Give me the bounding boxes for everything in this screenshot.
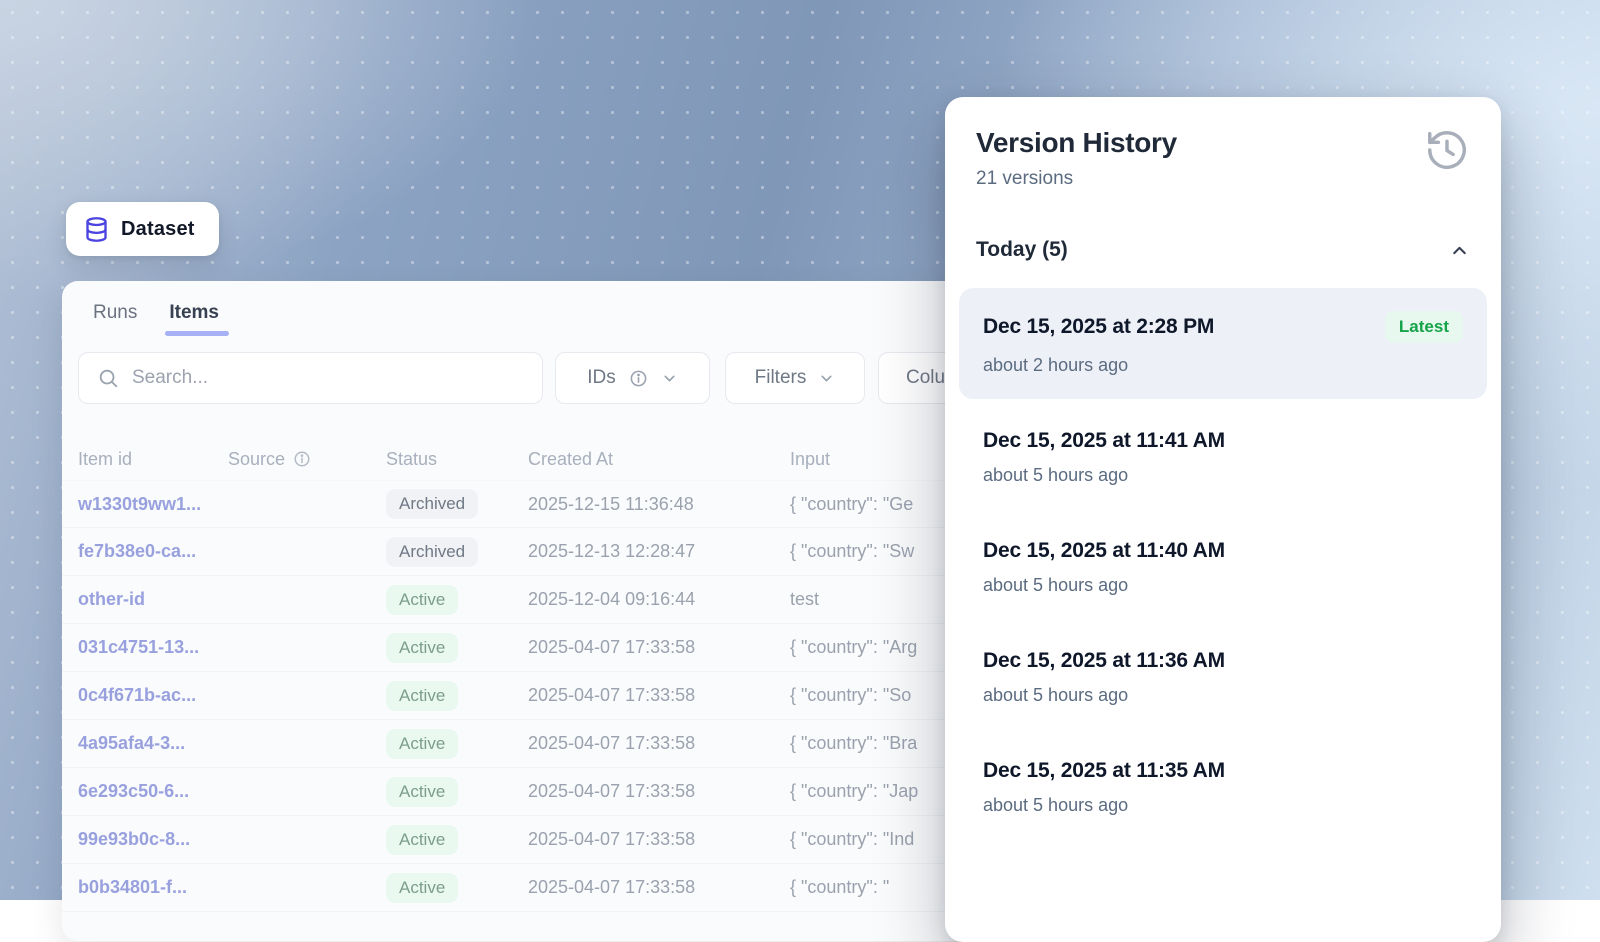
- version-relative-time: about 5 hours ago: [983, 575, 1463, 596]
- version-date: Dec 15, 2025 at 11:35 AM: [983, 759, 1225, 783]
- version-date: Dec 15, 2025 at 11:41 AM: [983, 429, 1225, 453]
- ids-dropdown[interactable]: IDs: [555, 352, 710, 404]
- dataset-badge-label: Dataset: [121, 218, 195, 241]
- status-cell: Active: [386, 873, 528, 903]
- created-at-cell: 2025-04-07 17:33:58: [528, 637, 790, 658]
- item-id-link[interactable]: 99e93b0c-8...: [78, 829, 228, 850]
- chevron-down-icon: [818, 370, 835, 387]
- version-relative-time: about 5 hours ago: [983, 465, 1463, 486]
- version-list-item[interactable]: Dec 15, 2025 at 11:35 AM about 5 hours a…: [959, 736, 1487, 839]
- col-header-item-id: Item id: [78, 449, 228, 470]
- item-id-link[interactable]: 031c4751-13...: [78, 637, 228, 658]
- version-list-item[interactable]: Dec 15, 2025 at 11:36 AM about 5 hours a…: [959, 626, 1487, 729]
- version-relative-time: about 5 hours ago: [983, 685, 1463, 706]
- version-list-item[interactable]: Dec 15, 2025 at 2:28 PM Latest about 2 h…: [959, 288, 1487, 399]
- created-at-cell: 2025-12-13 12:28:47: [528, 541, 790, 562]
- status-badge: Active: [386, 825, 458, 855]
- search-icon: [97, 367, 119, 389]
- item-id-link[interactable]: b0b34801-f...: [78, 877, 228, 898]
- latest-badge: Latest: [1385, 311, 1463, 343]
- chevron-up-icon: [1449, 240, 1470, 261]
- item-id-link[interactable]: other-id: [78, 589, 228, 610]
- tab-runs[interactable]: Runs: [93, 302, 137, 336]
- created-at-cell: 2025-04-07 17:33:58: [528, 733, 790, 754]
- status-badge: Active: [386, 873, 458, 903]
- created-at-cell: 2025-12-04 09:16:44: [528, 589, 790, 610]
- info-icon: [293, 450, 311, 468]
- chevron-down-icon: [661, 370, 678, 387]
- status-badge: Active: [386, 585, 458, 615]
- version-relative-time: about 5 hours ago: [983, 795, 1463, 816]
- version-list-item[interactable]: Dec 15, 2025 at 11:41 AM about 5 hours a…: [959, 406, 1487, 509]
- item-id-link[interactable]: w1330t9ww1...: [78, 494, 228, 515]
- col-header-created-at: Created At: [528, 449, 790, 470]
- ids-dropdown-label: IDs: [587, 367, 616, 389]
- created-at-cell: 2025-04-07 17:33:58: [528, 685, 790, 706]
- tab-items[interactable]: Items: [169, 302, 219, 336]
- status-cell: Active: [386, 777, 528, 807]
- created-at-cell: 2025-04-07 17:33:58: [528, 829, 790, 850]
- status-badge: Active: [386, 729, 458, 759]
- status-cell: Active: [386, 633, 528, 663]
- status-cell: Archived: [386, 489, 528, 519]
- item-id-link[interactable]: 6e293c50-6...: [78, 781, 228, 802]
- version-date: Dec 15, 2025 at 2:28 PM: [983, 315, 1214, 339]
- version-date: Dec 15, 2025 at 11:36 AM: [983, 649, 1225, 673]
- version-relative-time: about 2 hours ago: [983, 355, 1463, 376]
- col-header-status: Status: [386, 449, 528, 470]
- status-cell: Active: [386, 729, 528, 759]
- status-badge: Archived: [386, 537, 478, 567]
- version-list: Dec 15, 2025 at 2:28 PM Latest about 2 h…: [959, 288, 1487, 839]
- created-at-cell: 2025-04-07 17:33:58: [528, 877, 790, 898]
- filters-dropdown-label: Filters: [755, 367, 807, 389]
- item-id-link[interactable]: 4a95afa4-3...: [78, 733, 228, 754]
- created-at-cell: 2025-04-07 17:33:58: [528, 781, 790, 802]
- version-history-panel: Version History 21 versions Today (5) De…: [945, 97, 1501, 942]
- version-history-header: Version History 21 versions: [959, 127, 1487, 190]
- status-cell: Active: [386, 585, 528, 615]
- search-box[interactable]: [78, 352, 543, 404]
- item-id-link[interactable]: 0c4f671b-ac...: [78, 685, 228, 706]
- version-count: 21 versions: [976, 168, 1177, 190]
- status-badge: Archived: [386, 489, 478, 519]
- created-at-cell: 2025-12-15 11:36:48: [528, 494, 790, 515]
- info-icon: [629, 369, 648, 388]
- dataset-badge: Dataset: [66, 202, 219, 256]
- status-cell: Active: [386, 825, 528, 855]
- version-date: Dec 15, 2025 at 11:40 AM: [983, 539, 1225, 563]
- today-section-header[interactable]: Today (5): [959, 238, 1487, 262]
- status-cell: Active: [386, 681, 528, 711]
- search-input[interactable]: [132, 367, 524, 389]
- status-badge: Active: [386, 633, 458, 663]
- col-header-source: Source: [228, 449, 386, 470]
- version-list-item[interactable]: Dec 15, 2025 at 11:40 AM about 5 hours a…: [959, 516, 1487, 619]
- status-badge: Active: [386, 681, 458, 711]
- history-icon: [1424, 127, 1470, 173]
- version-history-title: Version History: [976, 127, 1177, 159]
- item-id-link[interactable]: fe7b38e0-ca...: [78, 541, 228, 562]
- status-cell: Archived: [386, 537, 528, 567]
- filters-dropdown[interactable]: Filters: [725, 352, 865, 404]
- database-icon: [83, 216, 110, 243]
- status-badge: Active: [386, 777, 458, 807]
- today-section-label: Today (5): [976, 238, 1068, 262]
